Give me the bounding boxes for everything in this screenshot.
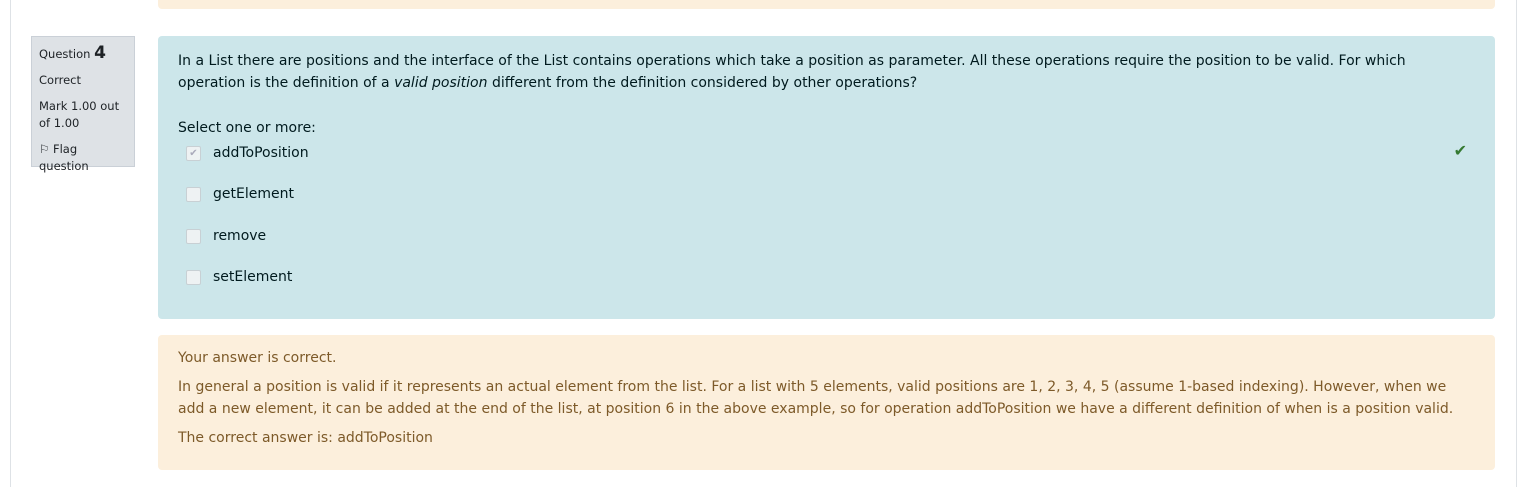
select-prompt: Select one or more: <box>178 120 316 136</box>
question-mark: Mark 1.00 out of 1.00 <box>39 99 120 130</box>
feedback-result: Your answer is correct. <box>178 350 337 366</box>
question-number: 4 <box>94 43 106 63</box>
correct-check-icon: ✔ <box>1453 141 1467 160</box>
option-getElement[interactable]: getElement <box>186 183 294 205</box>
checkbox[interactable] <box>186 269 201 285</box>
general-feedback: In general a position is valid if it rep… <box>178 379 1454 417</box>
question-state: Correct <box>39 73 81 87</box>
option-label: remove <box>213 228 267 244</box>
option-label: addToPosition <box>213 145 309 161</box>
question-content: In a List there are positions and the in… <box>158 36 1495 319</box>
option-addToPosition[interactable]: ✔ addToPosition <box>186 142 309 164</box>
option-remove[interactable]: remove <box>186 225 266 247</box>
question-info: Question 4 Correct Mark 1.00 out of 1.00… <box>31 36 135 173</box>
option-setElement[interactable]: setElement <box>186 266 292 288</box>
feedback-box: Your answer is correct. In general a pos… <box>158 335 1495 470</box>
previous-feedback-box <box>158 0 1495 9</box>
flag-icon: ⚐ <box>39 142 50 156</box>
question-text: In a List there are positions and the in… <box>178 53 1406 91</box>
right-answer: The correct answer is: addToPosition <box>178 430 433 446</box>
flag-question-link[interactable]: ⚐ Flag question <box>39 141 127 175</box>
option-label: getElement <box>213 186 294 202</box>
checkbox-checked[interactable]: ✔ <box>186 145 201 161</box>
checkbox[interactable] <box>186 186 201 202</box>
question-label: Question <box>39 47 91 61</box>
option-label: setElement <box>213 269 293 285</box>
checkbox[interactable] <box>186 228 201 244</box>
